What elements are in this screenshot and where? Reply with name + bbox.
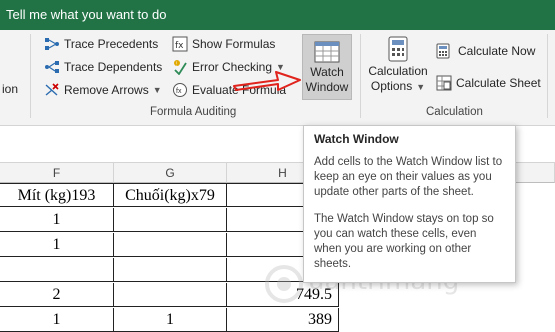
- cell-g[interactable]: [114, 283, 227, 307]
- trace-precedents-button[interactable]: Trace Precedents: [44, 34, 158, 54]
- calculate-sheet-icon: [436, 75, 452, 91]
- group-separator: [30, 34, 31, 118]
- watch-window-label-2: Window: [305, 80, 349, 94]
- tooltip-paragraph-1: Add cells to the Watch Window list to ke…: [314, 156, 503, 198]
- tell-me-bar[interactable]: Tell me what you want to do: [0, 0, 555, 30]
- cell-h[interactable]: 389: [227, 308, 339, 332]
- trace-dependents-icon: [44, 59, 60, 75]
- chevron-down-icon: ▼: [152, 85, 162, 95]
- trace-dependents-label: Trace Dependents: [64, 60, 163, 74]
- calculate-sheet-label: Calculate Sheet: [456, 76, 541, 90]
- watch-window-tooltip: Watch Window Add cells to the Watch Wind…: [303, 125, 516, 283]
- show-formulas-label: Show Formulas: [192, 37, 276, 51]
- column-header-g[interactable]: G: [114, 163, 227, 183]
- calculation-options-button[interactable]: Calculation Options ▼: [366, 36, 430, 102]
- cell-f[interactable]: 1: [0, 233, 114, 257]
- svg-text:fx: fx: [175, 41, 184, 51]
- cell-g[interactable]: 1: [114, 308, 227, 332]
- remove-arrows-icon: [44, 82, 60, 98]
- show-formulas-icon: fx: [172, 36, 188, 52]
- show-formulas-button[interactable]: fx Show Formulas: [172, 34, 275, 54]
- tooltip-title: Watch Window: [314, 132, 399, 146]
- evaluate-formula-icon: fx: [172, 82, 188, 98]
- cell-g[interactable]: [114, 258, 227, 282]
- cell-f[interactable]: [0, 258, 114, 282]
- remove-arrows-button[interactable]: Remove Arrows ▼: [44, 80, 162, 100]
- formula-auditing-group-label: Formula Auditing: [150, 106, 237, 118]
- calculation-options-label-2: Options: [370, 79, 413, 93]
- trace-precedents-label: Trace Precedents: [64, 37, 159, 51]
- group-separator: [547, 34, 548, 118]
- svg-text:fx: fx: [176, 88, 182, 95]
- trace-precedents-icon: [44, 36, 60, 52]
- cell-f[interactable]: 1: [0, 308, 114, 332]
- column-header-f[interactable]: F: [0, 163, 114, 183]
- cell-g[interactable]: [114, 233, 227, 257]
- watch-window-label-1: Watch: [310, 65, 344, 79]
- tell-me-text[interactable]: Tell me what you want to do: [6, 7, 166, 22]
- calculation-group-label: Calculation: [426, 106, 483, 118]
- red-arrow-annotation: [233, 71, 301, 91]
- group-separator: [360, 34, 361, 118]
- calculator-icon: [388, 36, 408, 62]
- cell-f[interactable]: 1: [0, 208, 114, 232]
- cell-g-header[interactable]: Chuối(kg)x79: [114, 183, 227, 207]
- remove-arrows-label: Remove Arrows: [64, 83, 149, 97]
- calculate-sheet-button[interactable]: Calculate Sheet: [436, 73, 541, 93]
- tooltip-paragraph-2: The Watch Window stays on top so you can…: [314, 213, 494, 270]
- trace-dependents-button[interactable]: Trace Dependents: [44, 57, 162, 77]
- watch-window-button[interactable]: Watch Window: [302, 34, 352, 100]
- cell-f[interactable]: 2: [0, 283, 114, 307]
- chevron-down-icon: ▼: [416, 82, 426, 92]
- watch-window-icon: [314, 41, 340, 63]
- calculate-now-button[interactable]: Calculate Now: [436, 41, 535, 61]
- calculate-now-label: Calculate Now: [458, 44, 536, 58]
- cell-g[interactable]: [114, 208, 227, 232]
- error-checking-icon: !: [172, 59, 188, 76]
- left-stub-label[interactable]: ion: [2, 82, 18, 96]
- calculate-now-icon: [436, 43, 450, 59]
- cell-f-header[interactable]: Mít (kg)193: [0, 183, 114, 207]
- svg-text:!: !: [176, 62, 177, 68]
- calculation-options-label-1: Calculation: [368, 64, 428, 78]
